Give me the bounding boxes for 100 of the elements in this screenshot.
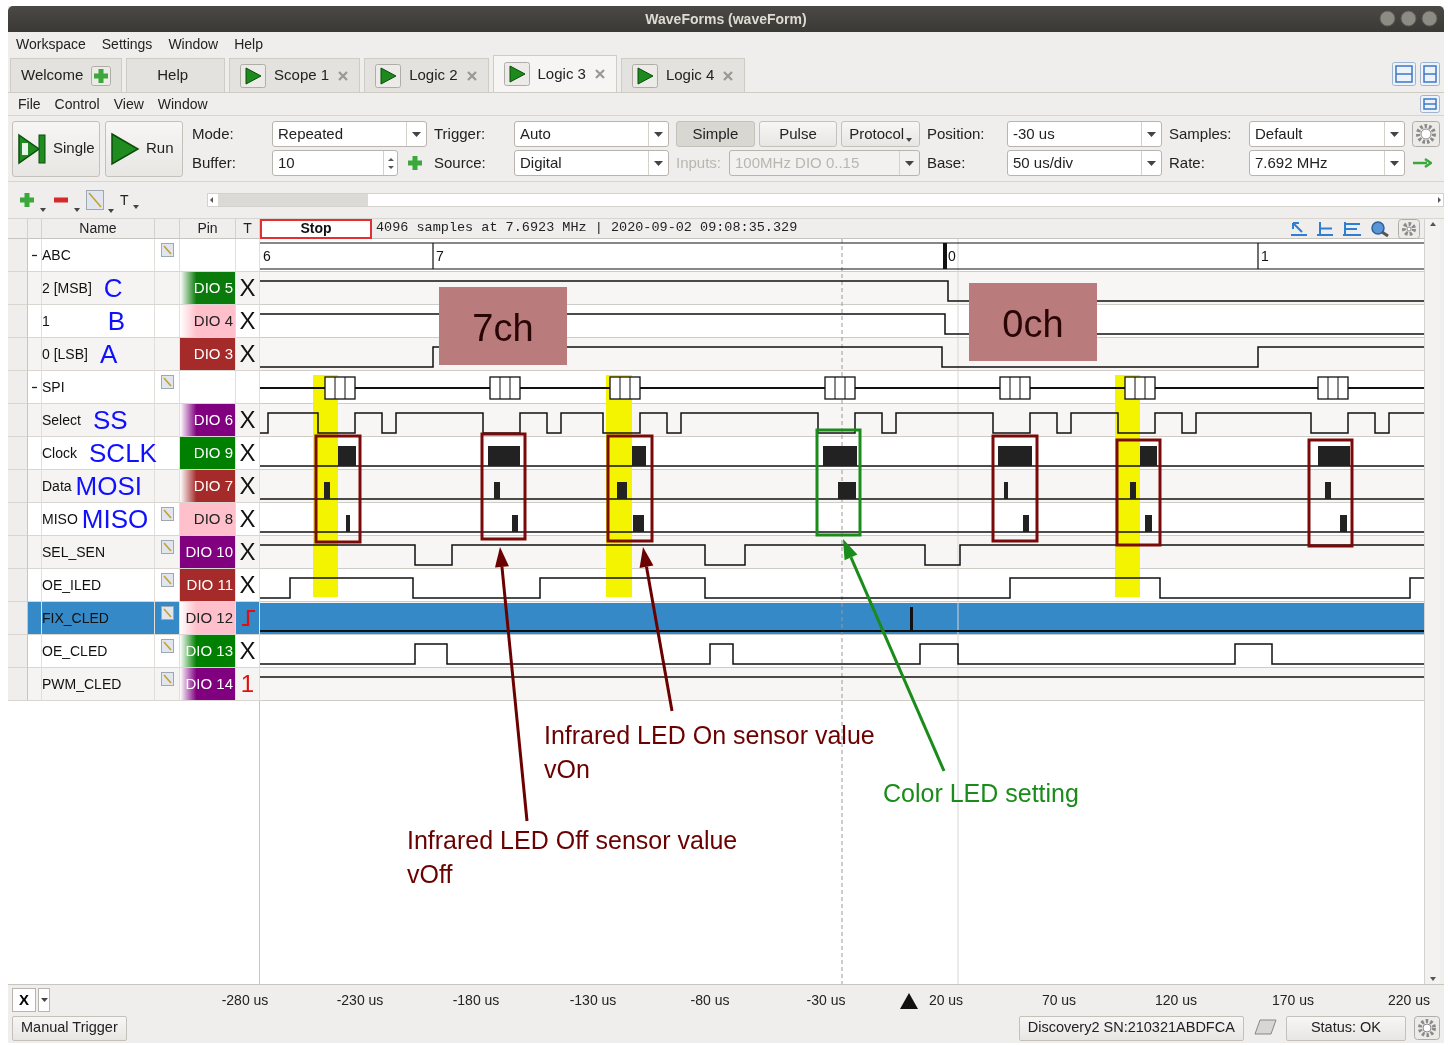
caret-icon[interactable] bbox=[74, 208, 80, 212]
trigger-type-button[interactable]: Pulse bbox=[758, 121, 838, 147]
menu-item[interactable]: Window bbox=[157, 93, 208, 115]
cursor-icon[interactable] bbox=[1290, 220, 1308, 237]
edit-icon[interactable] bbox=[160, 540, 174, 554]
single-button[interactable]: Single bbox=[12, 120, 100, 177]
channel-annotation: A bbox=[99, 341, 118, 367]
trigger-value[interactable]: X bbox=[239, 468, 256, 504]
scrollbar-thumb[interactable] bbox=[217, 194, 368, 206]
trigger-value[interactable]: X bbox=[239, 534, 256, 570]
trigger-type-button[interactable]: Protocol bbox=[841, 121, 920, 147]
trigger-type-button[interactable]: Simple bbox=[676, 121, 755, 147]
tab[interactable]: Scope 1 bbox=[229, 58, 361, 92]
menu-item[interactable]: Workspace bbox=[16, 33, 86, 55]
dropdown[interactable]: 50 us/div bbox=[1007, 150, 1162, 176]
edit-icon[interactable] bbox=[160, 375, 174, 389]
caret-icon[interactable] bbox=[132, 204, 139, 209]
spin-field[interactable]: 10 bbox=[272, 150, 398, 176]
edit-icon[interactable] bbox=[160, 507, 174, 521]
close-icon[interactable] bbox=[593, 68, 606, 80]
axis-select-button[interactable]: X bbox=[12, 988, 36, 1012]
settings-icon[interactable] bbox=[1412, 121, 1440, 147]
scroll-up-icon[interactable] bbox=[1428, 221, 1437, 227]
trigger-value[interactable]: X bbox=[239, 270, 256, 306]
close-icon[interactable] bbox=[722, 69, 735, 82]
caret-icon[interactable] bbox=[40, 208, 46, 212]
tab[interactable]: Help bbox=[126, 58, 226, 92]
name-cell[interactable]: PWM_CLED bbox=[42, 668, 155, 701]
dropdown[interactable]: Default bbox=[1249, 121, 1405, 147]
play-button[interactable] bbox=[503, 62, 530, 86]
menu-item[interactable]: Window bbox=[168, 33, 219, 55]
dropdown[interactable]: 7.692 MHz bbox=[1249, 150, 1405, 176]
trigger-value[interactable]: X bbox=[239, 633, 256, 669]
trigger-value[interactable]: X bbox=[239, 501, 256, 537]
arrow-icon[interactable] bbox=[1412, 157, 1432, 169]
close-button[interactable] bbox=[1421, 10, 1438, 27]
dropdown[interactable]: Digital bbox=[514, 150, 669, 176]
window-icon[interactable] bbox=[1420, 62, 1440, 86]
edit-icon[interactable] bbox=[160, 672, 174, 686]
edit-icon[interactable] bbox=[160, 573, 174, 587]
dropdown[interactable]: Repeated bbox=[272, 121, 427, 147]
close-icon[interactable] bbox=[337, 69, 350, 82]
run-button[interactable]: Run bbox=[105, 120, 183, 177]
name-cell[interactable]: Select SS bbox=[42, 404, 155, 437]
play-button[interactable] bbox=[375, 63, 402, 88]
device-button[interactable]: Discovery2 SN:210321ABDFCA bbox=[1018, 1015, 1244, 1041]
trigger-position-icon[interactable] bbox=[900, 993, 918, 1009]
trigger-value[interactable]: 1 bbox=[240, 666, 255, 702]
tab[interactable]: Logic 4 bbox=[620, 58, 746, 92]
spin-down-icon[interactable] bbox=[386, 164, 395, 170]
add-button[interactable] bbox=[91, 65, 112, 86]
window-icon[interactable] bbox=[1392, 62, 1416, 86]
trigger-value[interactable]: X bbox=[239, 402, 256, 438]
dropdown[interactable]: -30 us bbox=[1007, 121, 1162, 147]
scroll-right-icon[interactable] bbox=[1436, 196, 1443, 204]
edit-icon[interactable] bbox=[160, 243, 174, 257]
bracket-icon[interactable] bbox=[1316, 220, 1334, 237]
settings-icon[interactable] bbox=[1414, 1016, 1440, 1040]
manual-trigger-button[interactable]: Manual Trigger bbox=[12, 1015, 127, 1041]
menu-item[interactable]: Help bbox=[234, 33, 263, 55]
scroll-down-icon[interactable] bbox=[1428, 976, 1437, 982]
menu-item[interactable]: View bbox=[113, 93, 144, 115]
trigger-value[interactable]: X bbox=[239, 567, 256, 603]
vertical-scrollbar[interactable] bbox=[1424, 219, 1440, 984]
bars-icon[interactable] bbox=[1342, 220, 1362, 237]
horizontal-scrollbar[interactable] bbox=[206, 193, 1444, 207]
name-cell[interactable]: 0 [LSB] A bbox=[42, 338, 155, 371]
tab[interactable]: Logic 2 bbox=[364, 58, 489, 92]
settings-icon[interactable] bbox=[1398, 218, 1420, 239]
edit-icon[interactable] bbox=[160, 639, 174, 653]
play-button[interactable] bbox=[240, 63, 267, 88]
name-cell[interactable]: 2 [MSB] C bbox=[42, 272, 155, 305]
channel-name: 2 [MSB] bbox=[42, 278, 92, 298]
tab[interactable]: Welcome bbox=[10, 58, 123, 92]
row-header bbox=[8, 470, 28, 503]
name-cell[interactable]: SEL_SEN bbox=[42, 536, 155, 569]
dropdown-button[interactable] bbox=[38, 988, 50, 1012]
window-icon[interactable] bbox=[1420, 95, 1440, 113]
name-cell[interactable]: FIX_CLED bbox=[42, 602, 155, 635]
menu-item[interactable]: Settings bbox=[101, 33, 153, 55]
trigger-value[interactable]: X bbox=[239, 435, 256, 471]
caret-icon[interactable] bbox=[108, 209, 114, 213]
position-cursor[interactable] bbox=[841, 239, 843, 984]
tab[interactable]: Logic 3 bbox=[492, 55, 617, 92]
text-tool-button[interactable]: T bbox=[120, 189, 129, 211]
dropdown[interactable]: Auto bbox=[514, 121, 669, 147]
play-button[interactable] bbox=[631, 63, 658, 88]
menu-item[interactable]: File bbox=[18, 93, 41, 115]
trigger-value[interactable]: X bbox=[239, 303, 256, 339]
stop-button[interactable]: Stop bbox=[260, 218, 372, 239]
spin-up-icon[interactable] bbox=[386, 156, 395, 162]
close-icon[interactable] bbox=[465, 69, 478, 82]
zoom-icon[interactable] bbox=[1370, 219, 1390, 238]
edit-icon[interactable] bbox=[160, 606, 174, 620]
trigger-value[interactable]: X bbox=[239, 336, 256, 372]
status-button[interactable]: Status: OK bbox=[1285, 1015, 1406, 1041]
add-icon[interactable] bbox=[406, 154, 424, 172]
minimize-button[interactable] bbox=[1379, 10, 1396, 27]
maximize-button[interactable] bbox=[1400, 10, 1417, 27]
menu-item[interactable]: Control bbox=[54, 93, 100, 115]
